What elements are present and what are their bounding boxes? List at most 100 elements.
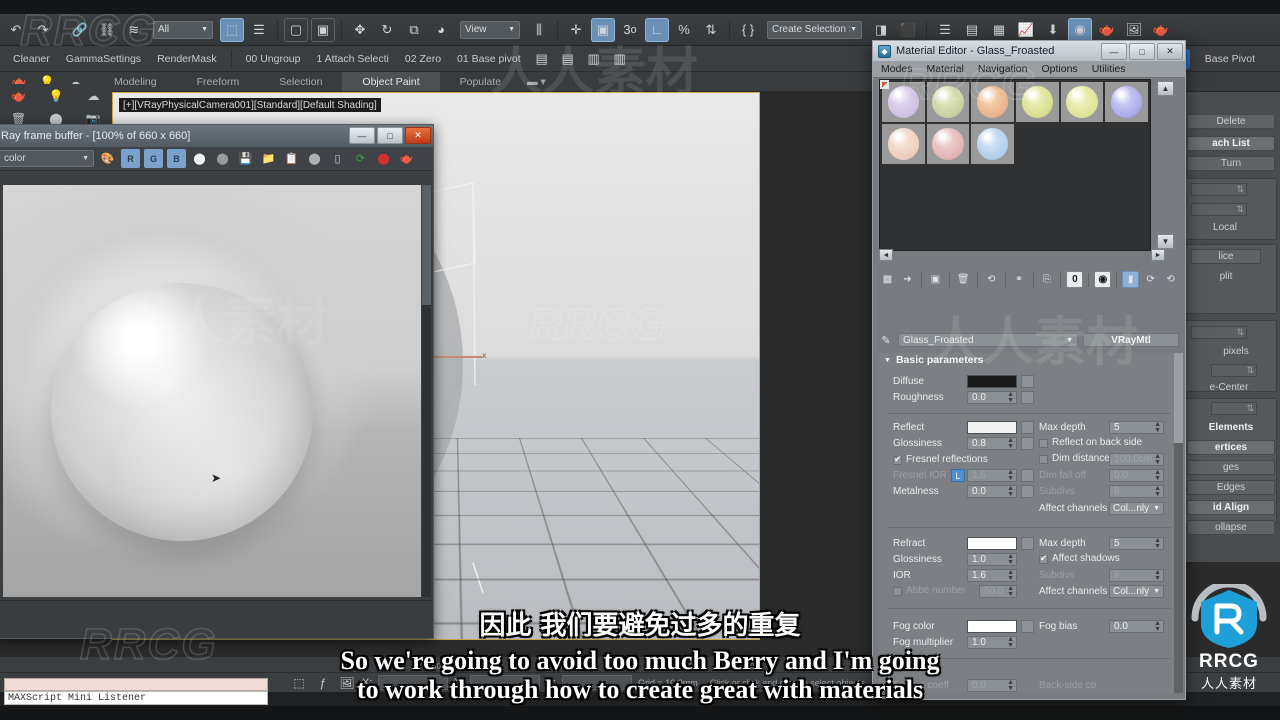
spinner-arrows-icon[interactable]: ▲ ▼ [1154,469,1161,482]
material-slot-grid[interactable] [879,79,1151,251]
tab-freeform[interactable]: Freeform [177,72,260,91]
vfb-open-folder-icon[interactable]: 📁 [259,149,278,168]
quick-button-base-pivot-right[interactable]: Base Pivot [1198,49,1262,69]
maxscript-output-pane[interactable] [4,678,268,691]
command-button-attach-list[interactable]: ach List [1187,136,1275,151]
material-slot-12[interactable] [1016,82,1059,122]
window-crossing-icon[interactable]: ▣ [311,17,335,42]
pivot-tool-2-icon[interactable]: ▤ [556,47,580,71]
reflect-glossiness-map-button[interactable] [1021,437,1034,450]
place-object-icon[interactable]: ◕ [429,18,453,42]
affect-shadows-checkbox[interactable] [1039,553,1048,564]
angle-snap-icon[interactable]: ▣ [591,17,615,42]
command-button-elements[interactable]: Elements [1187,420,1275,435]
menu-material[interactable]: Material [927,63,964,75]
ior-spinner[interactable]: 1.6 ▲ ▼ [967,569,1017,582]
fresnel-ior-map-button[interactable] [1021,469,1034,482]
quick-button-base-pivot[interactable]: 01 Base pivot [450,49,528,69]
curve-editor-icon[interactable]: 📈 [1014,18,1038,42]
select-link-icon[interactable]: 🔗 [68,18,92,42]
redo-icon[interactable]: ↷ [31,18,55,42]
vfb-stop-icon[interactable]: ⬤ [374,149,393,168]
material-slot-5[interactable] [880,80,889,89]
material-type-button[interactable]: VRayMtl [1083,333,1179,347]
command-button-edges-1[interactable]: ges [1187,460,1275,475]
percent-snap-icon[interactable]: % [672,18,696,42]
spinner-arrows-icon[interactable]: ▲ ▼ [1007,553,1014,566]
command-spinner-1[interactable]: ⇅ [1191,183,1247,196]
diffuse-color-swatch[interactable] [967,375,1017,388]
refract-max-depth-spinner[interactable]: 5 ▲ ▼ [1109,537,1164,550]
select-rotate-icon[interactable]: ↻ [375,18,399,42]
quick-button-zero[interactable]: 02 Zero [398,49,448,69]
abbe-number-checkbox[interactable] [893,587,902,596]
go-to-parent-icon[interactable]: ▮ [1122,271,1140,288]
refract-subdivs-spinner[interactable]: 8 ▲ ▼ [1109,569,1164,582]
tab-populate[interactable]: Populate [440,72,521,91]
metalness-spinner[interactable]: 0.0 ▲ ▼ [967,485,1017,498]
spinner-arrows-icon[interactable]: ▲ ▼ [1007,437,1014,450]
vfb-histogram-icon[interactable]: ▯ [328,149,347,168]
diffuse-map-button[interactable] [1021,375,1034,388]
refract-color-swatch[interactable] [967,537,1017,550]
reflect-subdivs-spinner[interactable]: 8 ▲ ▼ [1109,485,1164,498]
vfb-teapot-icon[interactable]: 🫖 [397,149,416,168]
spinner-arrows-icon[interactable]: ▲ ▼ [1007,391,1014,404]
assign-material-icon[interactable]: ➜ [899,271,916,288]
material-slot-17[interactable] [1105,82,1148,122]
command-button-edges-2[interactable]: Edges [1187,480,1275,495]
key-filters-icon[interactable]: ƒ [314,674,332,692]
material-slot-11[interactable] [971,82,1014,122]
command-button-pixels[interactable]: pixels [1207,344,1265,359]
eyedropper-icon[interactable]: ✎ [879,333,893,347]
material-slot-23[interactable] [926,124,970,164]
material-slot-18[interactable] [882,124,925,164]
select-scale-icon[interactable]: ⧉ [402,18,426,42]
material-slot-10[interactable] [926,82,970,122]
dim-distance-checkbox[interactable] [1039,455,1048,464]
refract-affect-channels-dropdown[interactable]: Col...nly ▼ [1109,585,1164,598]
selection-lock-icon[interactable]: ⬚ [290,674,308,692]
spinner-snap-icon[interactable]: ⇅ [699,18,723,42]
slot-scroll-down-button[interactable]: ▼ [1157,234,1174,249]
vfb-save-icon[interactable]: 💾 [236,149,255,168]
populate-dropdown[interactable]: ▬ ▾ [521,72,552,91]
command-button-delete[interactable]: Delete [1187,114,1275,129]
spinner-arrows-icon[interactable]: ▲ ▼ [1007,469,1014,482]
fog-multiplier-spinner[interactable]: 1.0 ▲ ▼ [967,636,1017,649]
slot-prev-button[interactable]: ◄ [879,249,893,261]
material-id-field[interactable]: 0 [1066,271,1084,288]
selection-filter-dropdown[interactable]: All ▼ [153,20,213,39]
spinner-arrows-icon[interactable]: ▲ ▼ [1007,569,1014,582]
spinner-arrows-icon[interactable]: ▲ ▼ [1154,453,1161,466]
snap-toggle-icon[interactable]: ✛ [564,18,588,42]
command-button-vertices[interactable]: ertices [1187,440,1275,455]
pivot-tool-1-icon[interactable]: ▤ [530,47,554,71]
menu-navigation[interactable]: Navigation [978,63,1028,75]
reference-coordinate-dropdown[interactable]: View ▼ [460,20,520,39]
abbe-number-spinner[interactable]: 50.0 ▲ ▼ [979,585,1017,598]
snapshot-icon[interactable]: 🖼 [338,674,356,692]
menu-utilities[interactable]: Utilities [1092,63,1126,75]
roughness-spinner[interactable]: 0.0 ▲ ▼ [967,391,1017,404]
viewport-label[interactable]: [+][VRayPhysicalCamera001][Standard][Def… [119,98,381,112]
undo-icon[interactable]: ↶ [4,18,28,42]
material-editor-scrollbar[interactable] [1174,353,1183,693]
show-end-result-icon[interactable]: ◉ [1094,271,1112,288]
reset-map-icon[interactable]: 🗑 [955,271,972,288]
tab-selection[interactable]: Selection [259,72,342,91]
fresnel-ior-lock-button[interactable]: L [951,469,965,482]
named-selection-icon[interactable]: { } [736,18,760,42]
vray-frame-buffer-window[interactable]: Ray frame buffer - [100% of 660 x 660] —… [0,124,434,639]
spinner-arrows-icon[interactable]: ▲ ▼ [1007,585,1014,598]
command-spinner-3[interactable]: ⇅ [1191,326,1247,339]
vfb-blue-channel-button[interactable]: B [167,149,186,168]
med-minimize-button[interactable]: — [1101,43,1127,60]
command-button-slice[interactable]: lice [1191,249,1261,264]
vfb-gray-sphere-icon[interactable]: ⬤ [213,149,232,168]
spinner-arrows-icon[interactable]: ▲ ▼ [1154,485,1161,498]
refract-map-button[interactable] [1021,537,1034,550]
dim-fall-off-spinner[interactable]: 0.0 ▲ ▼ [1109,469,1164,482]
vfb-clipboard-icon[interactable]: 📋 [282,149,301,168]
command-button-use-center[interactable]: e-Center [1191,380,1267,395]
